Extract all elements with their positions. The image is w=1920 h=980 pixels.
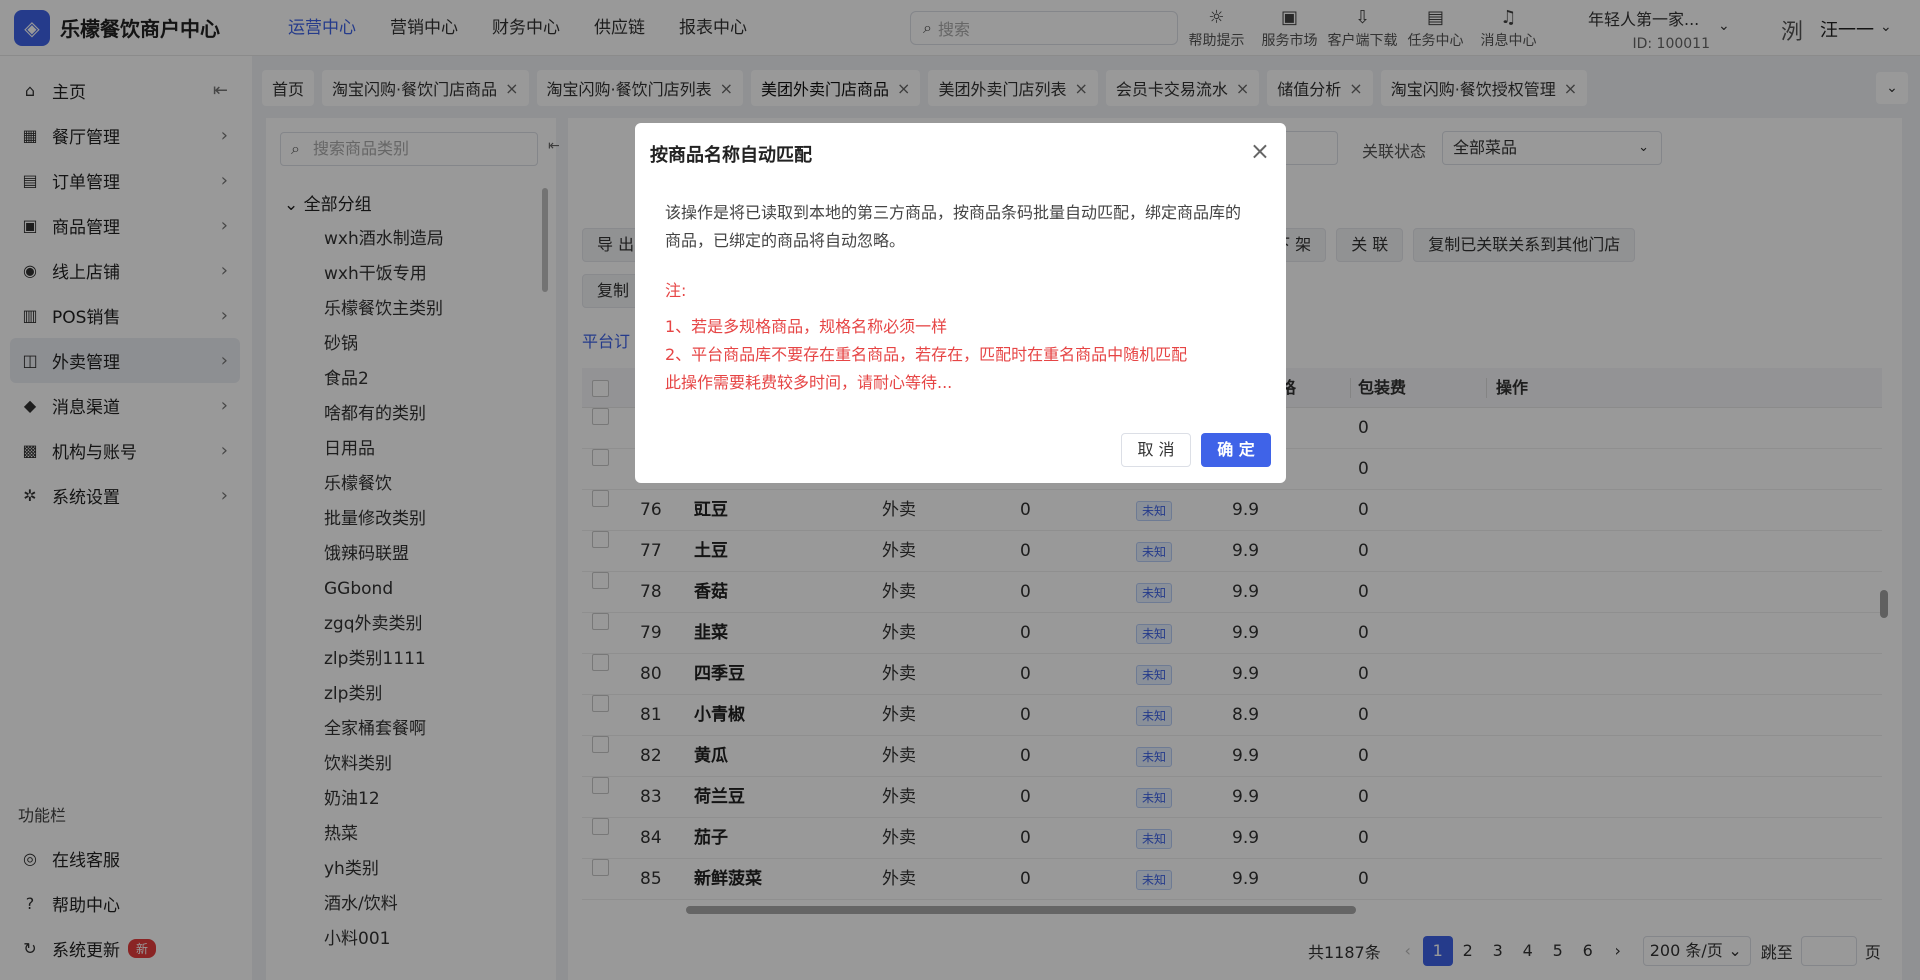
cancel-button[interactable]: 取 消 [1121, 433, 1191, 467]
confirm-button[interactable]: 确 定 [1201, 433, 1271, 467]
dialog-note-title: 注: [665, 281, 687, 300]
dialog-note-2: 2、平台商品库不要存在重名商品，若存在，匹配时在重名商品中随机匹配 [665, 345, 1188, 364]
close-icon[interactable]: × [1250, 137, 1270, 165]
dialog-title: 按商品名称自动匹配 [650, 145, 812, 166]
dialog-body: 该操作是将已读取到本地的第三方商品，按商品条码批量自动匹配，绑定商品库的商品，已… [665, 199, 1255, 397]
dialog-note-1: 1、若是多规格商品，规格名称必须一样 [665, 317, 948, 336]
dialog-note-3: 此操作需要耗费较多时间，请耐心等待... [665, 373, 953, 392]
dialog-description: 该操作是将已读取到本地的第三方商品，按商品条码批量自动匹配，绑定商品库的商品，已… [665, 203, 1242, 250]
auto-match-dialog: 按商品名称自动匹配 × 该操作是将已读取到本地的第三方商品，按商品条码批量自动匹… [635, 123, 1286, 483]
